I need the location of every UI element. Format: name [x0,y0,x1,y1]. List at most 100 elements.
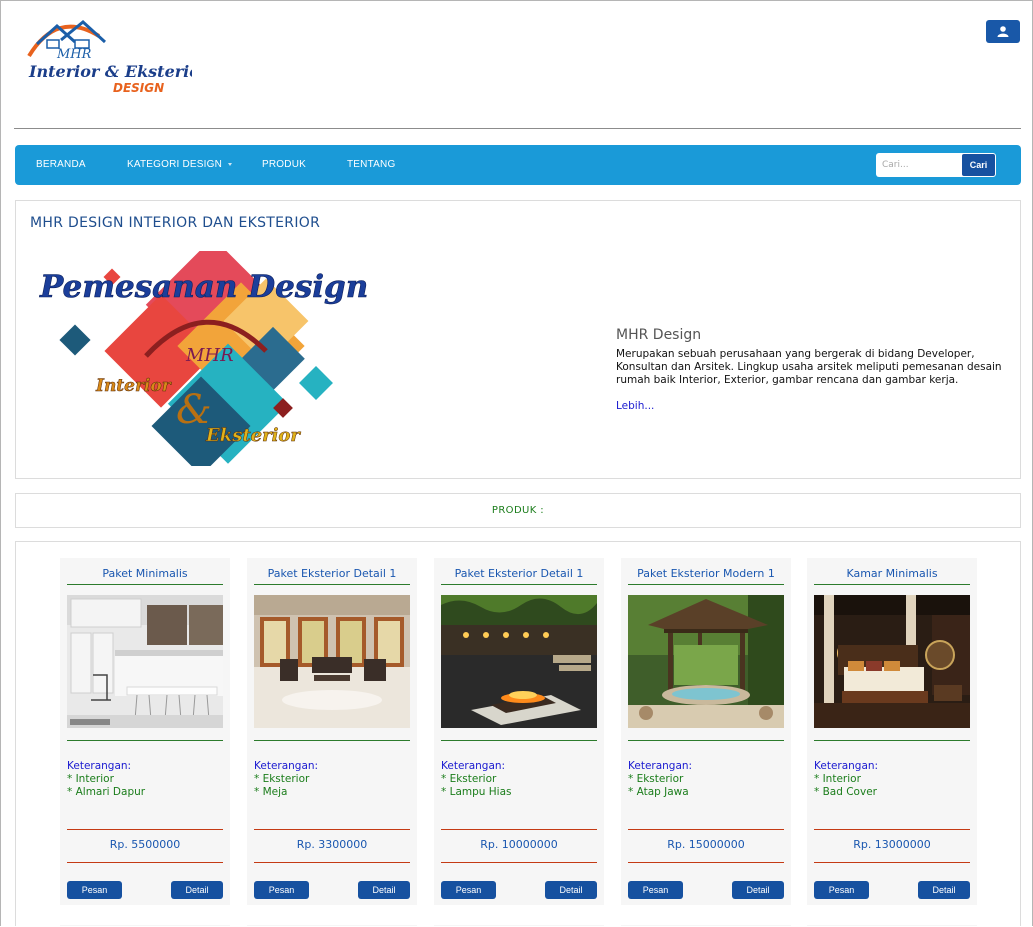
pesan-button[interactable]: Pesan [441,881,496,899]
search-input[interactable] [876,153,968,177]
keterangan-item: * Interior [814,773,861,786]
product-price: Rp. 10000000 [480,838,558,851]
logo-mhr-text: MHR [56,47,92,62]
divider [441,829,597,830]
divider [254,829,410,830]
banner-eksterior-text: Eksterior [205,425,301,446]
nav-item-kategori-design[interactable]: KATEGORI DESIGN [127,145,233,185]
product-card [434,925,604,926]
divider [441,584,597,585]
nav-item-beranda[interactable]: BERANDA [36,145,86,185]
keterangan-item: * Eksterior [441,773,497,786]
divider [628,584,784,585]
nav-item-label: KATEGORI DESIGN [127,159,223,170]
product-image-fire-pit[interactable] [441,595,597,728]
divider [67,740,223,741]
chevron-down-icon [228,162,233,166]
keterangan-label: Keterangan: [441,760,506,772]
divider [254,584,410,585]
divider [254,862,410,863]
keterangan-label: Keterangan: [814,760,879,772]
product-grid: Paket Minimalis Keterangan: * Interior *… [15,541,1021,926]
detail-button[interactable]: Detail [358,881,410,899]
divider [814,829,970,830]
divider [441,862,597,863]
divider [628,829,784,830]
product-title[interactable]: Paket Eksterior Detail 1 [254,567,410,580]
user-icon [997,26,1009,37]
divider [814,584,970,585]
divider [814,862,970,863]
divider [67,829,223,830]
banner-title-text: Pemesanan Design [39,269,368,305]
produk-header-bar: PRODUK : [15,493,1021,528]
product-description: Keterangan: * Eksterior * Lampu Hias [441,760,511,800]
divider [628,862,784,863]
keterangan-item: * Eksterior [628,773,684,786]
detail-button[interactable]: Detail [171,881,223,899]
hero-title: MHR DESIGN INTERIOR DAN EKSTERIOR [30,215,321,231]
product-image-kitchen[interactable] [67,595,223,728]
keterangan-item: * Meja [254,786,288,799]
main-navbar: BERANDA KATEGORI DESIGN PRODUK TENTANG C… [15,145,1021,185]
product-card: Paket Minimalis Keterangan: * Interior *… [60,558,230,905]
product-card: Paket Eksterior Detail 1 Keterangan: * E… [247,558,417,905]
pesan-button[interactable]: Pesan [67,881,122,899]
product-price: Rp. 15000000 [667,838,745,851]
product-description: Keterangan: * Interior * Almari Dapur [67,760,145,800]
keterangan-label: Keterangan: [254,760,319,772]
pesan-button[interactable]: Pesan [814,881,869,899]
about-more-link[interactable]: Lebih... [616,400,654,412]
divider [67,862,223,863]
keterangan-item: * Atap Jawa [628,786,689,799]
keterangan-item: * Eksterior [254,773,310,786]
pemesanan-design-banner: Pemesanan Design MHR Interior & Eksterio… [39,251,369,466]
banner-interior-text: Interior [95,376,172,396]
detail-button[interactable]: Detail [732,881,784,899]
divider [628,740,784,741]
product-title[interactable]: Paket Eksterior Modern 1 [628,567,784,580]
product-title[interactable]: Paket Minimalis [67,567,223,580]
search-button[interactable]: Cari [961,153,996,177]
pesan-button[interactable]: Pesan [628,881,683,899]
product-image-lounge[interactable] [254,595,410,728]
mhr-logo[interactable]: MHR Interior & Eksterior DESIGN [17,16,192,101]
product-description: Keterangan: * Interior * Bad Cover [814,760,878,800]
user-account-button[interactable] [986,20,1020,43]
product-title[interactable]: Kamar Minimalis [814,567,970,580]
keterangan-item: * Bad Cover [814,786,877,799]
logo-main-text: Interior & Eksterior [28,62,192,81]
product-card: Kamar Minimalis Keterangan: * Interior *… [807,558,977,905]
product-card: Paket Eksterior Detail 1 Keterangan: * E… [434,558,604,905]
header-divider [14,128,1021,129]
product-card [621,925,791,926]
nav-item-produk[interactable]: PRODUK [262,145,306,185]
divider [441,740,597,741]
keterangan-item: * Almari Dapur [67,786,146,799]
pesan-button[interactable]: Pesan [254,881,309,899]
product-price: Rp. 3300000 [296,838,368,851]
product-price: Rp. 13000000 [853,838,931,851]
banner-mhr-text: MHR [185,345,234,366]
product-card [807,925,977,926]
product-card [247,925,417,926]
product-card [60,925,230,926]
product-card: Paket Eksterior Modern 1 Keterangan: * E… [621,558,791,905]
keterangan-label: Keterangan: [67,760,132,772]
divider [254,740,410,741]
divider [67,584,223,585]
keterangan-item: * Lampu Hias [441,786,512,799]
keterangan-item: * Interior [67,773,114,786]
detail-button[interactable]: Detail [918,881,970,899]
divider [814,740,970,741]
about-text: Merupakan sebuah perusahaan yang bergera… [616,348,1002,387]
product-image-bedroom[interactable] [814,595,970,728]
detail-button[interactable]: Detail [545,881,597,899]
product-description: Keterangan: * Eksterior * Meja [254,760,318,800]
product-description: Keterangan: * Eksterior * Atap Jawa [628,760,692,800]
product-title[interactable]: Paket Eksterior Detail 1 [441,567,597,580]
page-frame: MHR Interior & Eksterior DESIGN BERANDA … [0,0,1033,926]
nav-item-tentang[interactable]: TENTANG [347,145,395,185]
about-title: MHR Design [616,327,702,343]
product-image-gazebo[interactable] [628,595,784,728]
